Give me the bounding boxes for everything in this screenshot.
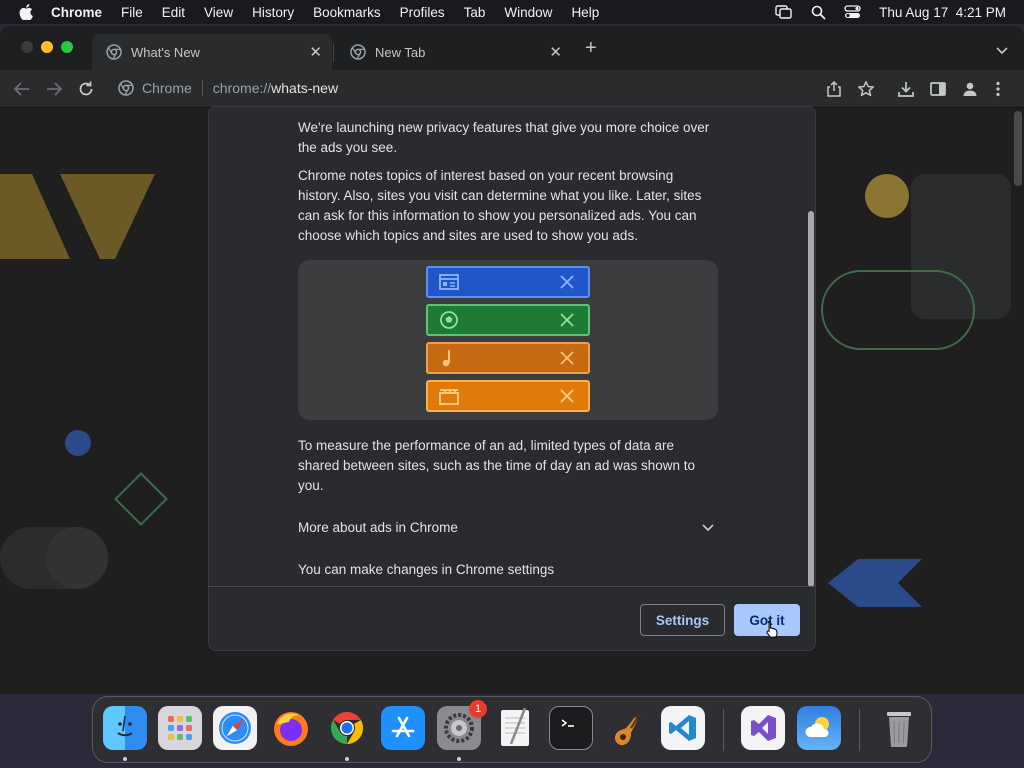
control-center-icon[interactable] — [844, 5, 861, 19]
topic-row-movies — [426, 380, 590, 412]
apple-menu-icon[interactable] — [19, 4, 35, 20]
screen-mirroring-icon[interactable] — [775, 5, 793, 19]
menu-bar: Chrome File Edit View History Bookmarks … — [0, 0, 1024, 24]
settings-button[interactable]: Settings — [640, 604, 725, 636]
address-bar[interactable]: Chrome chrome:// whats-new — [106, 73, 822, 103]
dialog-footer-divider — [209, 586, 815, 587]
menu-help[interactable]: Help — [571, 5, 599, 20]
safari-icon[interactable] — [213, 706, 257, 750]
firefox-icon[interactable] — [269, 706, 313, 750]
back-arrow-icon[interactable] — [13, 80, 31, 98]
topics-paragraph: Chrome notes topics of interest based on… — [298, 168, 702, 243]
menu-chrome[interactable]: Chrome — [51, 5, 102, 20]
browser-toolbar: Chrome chrome:// whats-new — [0, 70, 1024, 108]
visual-studio-icon[interactable] — [741, 706, 785, 750]
url-scheme: chrome:// — [212, 80, 272, 96]
url-host: whats-new — [271, 80, 339, 96]
tab-title: New Tab — [375, 44, 426, 60]
running-indicator — [123, 757, 127, 761]
trash-icon[interactable] — [877, 706, 921, 750]
running-indicator — [457, 757, 461, 761]
topic-row-news — [426, 266, 590, 298]
chevron-down-icon — [702, 524, 714, 532]
terminal-icon[interactable] — [549, 706, 593, 750]
menu-edit[interactable]: Edit — [162, 5, 185, 20]
reload-icon[interactable] — [77, 80, 95, 98]
chrome-icon[interactable] — [325, 706, 369, 750]
tab-search-chevron-icon[interactable] — [996, 42, 1008, 60]
downloads-icon[interactable] — [897, 80, 915, 98]
minimize-window-button[interactable] — [41, 41, 53, 53]
chrome-logo-icon — [118, 80, 134, 96]
soccer-ball-icon — [440, 311, 458, 329]
zoom-window-button[interactable] — [61, 41, 73, 53]
page-scrollbar[interactable] — [1014, 111, 1022, 186]
menu-history[interactable]: History — [252, 5, 294, 20]
menu-profiles[interactable]: Profiles — [400, 5, 445, 20]
new-tab-plus-icon[interactable]: + — [585, 38, 597, 58]
music-note-icon — [442, 350, 450, 367]
intro-paragraph: We're launching new privacy features tha… — [298, 120, 710, 155]
privacy-features-dialog: We're launching new privacy features tha… — [208, 106, 816, 651]
hand-pointer-cursor-icon — [765, 620, 779, 643]
menu-bookmarks[interactable]: Bookmarks — [313, 5, 381, 20]
close-tab-icon[interactable]: ✕ — [309, 43, 322, 61]
spotlight-search-icon[interactable] — [811, 5, 826, 20]
menu-tab[interactable]: Tab — [464, 5, 486, 20]
finder-icon[interactable] — [103, 706, 147, 750]
menu-window[interactable]: Window — [504, 5, 552, 20]
bookmark-star-icon[interactable] — [857, 80, 875, 98]
measurement-paragraph: To measure the performance of an ad, lim… — [298, 438, 695, 493]
profile-avatar-icon[interactable] — [961, 80, 979, 98]
dock-separator — [859, 709, 860, 751]
more-menu-icon[interactable] — [995, 80, 1001, 98]
dialog-scrollbar[interactable] — [808, 211, 814, 587]
running-indicator — [345, 757, 349, 761]
site-info-chip[interactable]: Chrome — [118, 80, 192, 96]
chrome-favicon-icon — [106, 44, 122, 60]
textedit-icon[interactable] — [493, 706, 537, 750]
share-icon[interactable] — [826, 80, 842, 98]
clapperboard-icon — [439, 389, 459, 405]
tab-separator — [333, 44, 334, 62]
topic-row-music — [426, 342, 590, 374]
close-window-button[interactable] — [21, 41, 33, 53]
visual-studio-code-icon[interactable] — [661, 706, 705, 750]
news-icon — [439, 274, 459, 290]
topic-row-sports — [426, 304, 590, 336]
more-about-ads-expander[interactable]: More about ads in Chrome — [298, 518, 718, 538]
menubar-datetime[interactable]: Thu Aug 17 4:21 PM — [879, 5, 1006, 20]
menu-file[interactable]: File — [121, 5, 143, 20]
remove-topic-icon — [560, 351, 574, 365]
launchpad-icon[interactable] — [158, 706, 202, 750]
chrome-settings-note: You can make changes in Chrome settings — [298, 562, 555, 577]
chrome-favicon-icon — [350, 44, 366, 60]
tab-strip: What's New ✕ New Tab ✕ + — [0, 26, 1024, 70]
topics-illustration — [298, 260, 718, 420]
expander-label: More about ads in Chrome — [298, 520, 458, 535]
system-settings-icon[interactable]: 1 — [437, 700, 487, 750]
side-panel-icon[interactable] — [929, 80, 947, 98]
dock-separator — [723, 709, 724, 751]
tab-title: What's New — [131, 44, 200, 60]
site-chip-label: Chrome — [142, 80, 192, 96]
remove-topic-icon — [560, 389, 574, 403]
remove-topic-icon — [560, 275, 574, 289]
forward-arrow-icon[interactable] — [45, 80, 63, 98]
dock: 1 — [92, 696, 932, 763]
notification-badge: 1 — [469, 700, 487, 718]
garageband-icon[interactable] — [605, 706, 649, 750]
tab-whats-new[interactable]: What's New ✕ — [92, 34, 332, 70]
tab-new-tab[interactable]: New Tab ✕ — [336, 34, 572, 70]
remove-topic-icon — [560, 313, 574, 327]
close-tab-icon[interactable]: ✕ — [549, 43, 562, 61]
app-store-icon[interactable] — [381, 706, 425, 750]
dialog-body: We're launching new privacy features tha… — [298, 118, 718, 588]
weather-icon[interactable] — [797, 706, 841, 750]
omnibox-divider — [201, 80, 203, 96]
menu-view[interactable]: View — [204, 5, 233, 20]
